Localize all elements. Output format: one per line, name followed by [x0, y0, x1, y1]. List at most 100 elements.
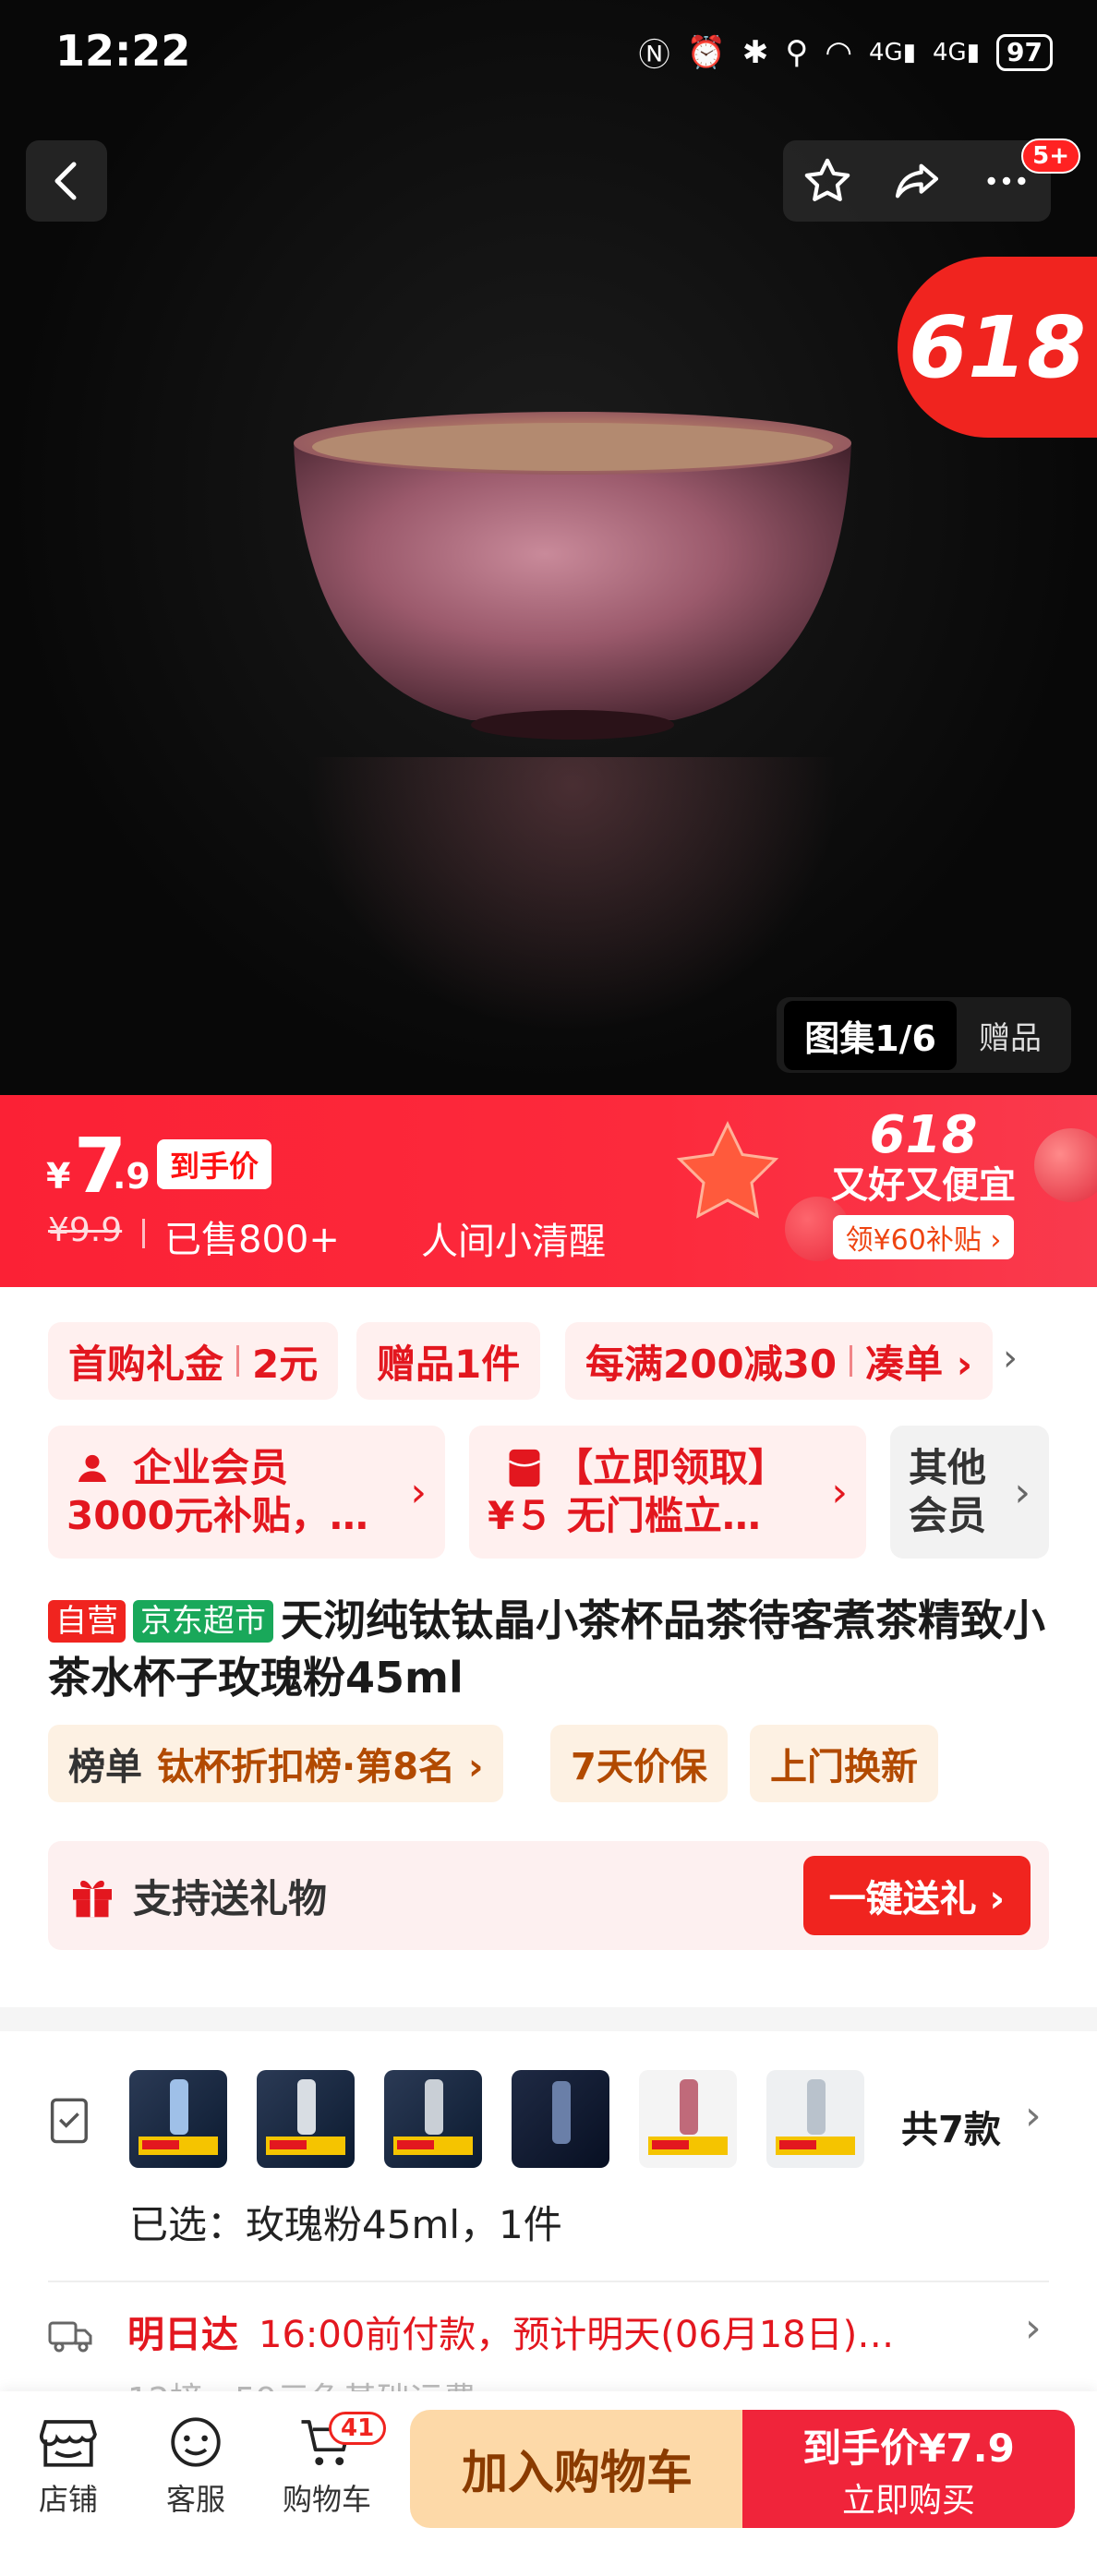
store-label: 店铺 — [38, 2482, 98, 2517]
coupon-desc: 会员 — [909, 1493, 987, 1538]
chips-more-chevron-icon[interactable]: › — [1003, 1337, 1018, 1379]
delivery-chevron-icon[interactable]: › — [1025, 2305, 1042, 2352]
add-to-cart-button[interactable]: 加入购物车 — [410, 2410, 744, 2528]
gallery-tab[interactable]: 图集1/6 — [784, 1000, 957, 1070]
delivery-speed: 明日达 — [127, 2314, 238, 2356]
bowl-reflection — [305, 757, 840, 1034]
bluetooth-icon: ✱ — [741, 33, 769, 71]
status-time: 12:22 — [55, 26, 191, 76]
product-title: 自营 京东超市 天沏纯钛钛晶小茶杯品茶待客煮茶精致小茶水杯子玫瑰粉45ml — [48, 1592, 1064, 1706]
bottom-action-bar: 店铺 客服 购物车 41 加入购物车 到手价¥7.9 立即购买 — [0, 2391, 1097, 2576]
spec-select-icon — [50, 2098, 88, 2144]
signal-icon-2: 4G▮ — [933, 38, 981, 66]
cart-count-badge: 41 — [329, 2412, 387, 2445]
signal-icon: 4G▮ — [869, 38, 917, 66]
spec-divider — [48, 2281, 1049, 2282]
status-bar: 12:22 Ⓝ ⏰ ✱ ⚲ ◠ 4G▮ 4G▮ 97 — [0, 0, 1097, 111]
store-icon — [39, 2420, 97, 2467]
alarm-icon: ⏰ — [686, 33, 726, 71]
send-gift-button[interactable]: 一键送礼 › — [802, 1856, 1031, 1935]
selected-spec[interactable]: 已选：玫瑰粉45ml，1件 — [129, 2194, 562, 2250]
nfc-icon: Ⓝ — [638, 37, 670, 74]
customer-service-icon — [171, 2417, 221, 2467]
chip-value: 凑单 › — [865, 1341, 973, 1387]
badge-text: 上门换新 — [770, 1746, 918, 1788]
chip-value: 2元 — [252, 1341, 319, 1387]
promo-618-panel[interactable]: 618 又好又便宜 领¥60补贴 › — [813, 1108, 1034, 1259]
chip-divider — [850, 1345, 853, 1377]
location-icon: ⚲ — [785, 33, 809, 71]
price-protect-badge[interactable]: 7天价保 — [550, 1725, 728, 1802]
promo-618-number: 618 — [869, 1105, 978, 1165]
status-icons: Ⓝ ⏰ ✱ ⚲ ◠ 4G▮ 4G▮ 97 — [639, 30, 1053, 75]
promo-618-tag[interactable]: 618 — [898, 257, 1097, 438]
badge-text: 7天价保 — [571, 1746, 707, 1788]
star-favorite-icon[interactable] — [802, 155, 853, 207]
price-divider — [142, 1219, 145, 1248]
original-price: ¥9.9 — [48, 1211, 123, 1249]
instant-coupon[interactable]: 【立即领取】 ¥５ 无门槛立… › — [469, 1426, 866, 1559]
chip-label: 首购礼金 — [68, 1341, 224, 1387]
delivery-info[interactable]: 明日达 16:00前付款，预计明天(06月18日)… — [127, 2305, 894, 2358]
cart-label: 购物车 — [282, 2482, 371, 2517]
chip-label: 每满200减30 — [585, 1341, 838, 1387]
spec-thumb-6[interactable] — [766, 2070, 864, 2168]
chip-divider — [236, 1345, 240, 1377]
ranking-badge[interactable]: 榜单 钛杯折扣榜·第8名 › — [48, 1725, 504, 1802]
jd-supermarket-tag: 京东超市 — [133, 1600, 273, 1643]
enterprise-member-coupon[interactable]: 企业会员 3000元补贴，… › — [48, 1426, 445, 1559]
spec-thumb-1[interactable] — [129, 2070, 227, 2168]
gift-support-bar: 支持送礼物 一键送礼 › — [48, 1841, 1049, 1950]
door-exchange-badge[interactable]: 上门换新 — [750, 1725, 938, 1802]
final-price-label: 到手价 — [157, 1139, 272, 1189]
promo-slogan: 人间小清醒 — [421, 1221, 606, 1263]
store-button[interactable]: 店铺 — [13, 2413, 124, 2519]
coupon-line-1: 【立即领取】 — [488, 1444, 820, 1492]
spec-chevron-icon[interactable]: › — [1025, 2092, 1042, 2139]
sold-count: 已售800+ — [164, 1219, 340, 1261]
promo-618-text: 又好又便宜 — [831, 1164, 1016, 1207]
chevron-right-icon: › — [831, 1468, 848, 1516]
ranking-text: 钛杯折扣榜·第8名 › — [157, 1746, 484, 1788]
top-actions — [783, 140, 1051, 222]
gift-tab[interactable]: 赠品 — [957, 1013, 1064, 1058]
product-info: 首购礼金 2元 赠品1件 每满200减30 凑单 › › 企业会员 3000元补贴，… — [0, 1287, 1097, 2007]
product-image-bowl — [294, 412, 851, 740]
battery-indicator: 97 — [996, 33, 1053, 71]
discount-chip[interactable]: 每满200减30 凑单 › — [565, 1322, 994, 1400]
chip-label: 赠品1件 — [377, 1341, 521, 1387]
coupon-title: 其他 — [909, 1445, 987, 1490]
first-purchase-chip[interactable]: 首购礼金 2元 — [48, 1322, 339, 1400]
truck-icon — [48, 2321, 92, 2353]
service-button[interactable]: 客服 — [140, 2413, 251, 2519]
spec-thumb-2[interactable] — [257, 2070, 355, 2168]
spec-thumb-4[interactable] — [512, 2070, 609, 2168]
star-decoration-icon — [676, 1121, 779, 1219]
gift-chip[interactable]: 赠品1件 — [356, 1322, 541, 1400]
share-icon[interactable] — [891, 155, 943, 207]
service-label: 客服 — [165, 2482, 225, 2517]
spec-count[interactable]: 共7款 — [901, 2100, 1001, 2153]
buy-now-price: 到手价¥7.9 — [802, 2425, 1015, 2471]
coupon-title: 【立即领取】 — [554, 1445, 788, 1490]
self-operated-tag: 自营 — [48, 1600, 126, 1643]
gift-label: 支持送礼物 — [133, 1875, 328, 1921]
back-button[interactable] — [26, 140, 107, 222]
coupon-desc: 3000元补贴，… — [66, 1493, 368, 1538]
price-decimal: .9 — [113, 1156, 151, 1197]
user-icon — [78, 1454, 106, 1482]
subsidy-coupon-button[interactable]: 领¥60补贴 › — [832, 1215, 1015, 1259]
spec-thumb-5[interactable] — [639, 2070, 737, 2168]
price-currency: ¥ — [46, 1156, 71, 1197]
buy-now-button[interactable]: 到手价¥7.9 立即购买 — [742, 2410, 1075, 2528]
gallery-switcher: 图集1/6 赠品 — [777, 997, 1071, 1073]
coupon-title: 企业会员 — [133, 1445, 289, 1490]
spec-thumb-3[interactable] — [384, 2070, 482, 2168]
other-member-coupon[interactable]: 其他 会员 › — [890, 1426, 1049, 1559]
ranking-label: 榜单 — [68, 1746, 142, 1788]
delivery-time: 16:00前付款，预计明天(06月18日)… — [259, 2314, 895, 2356]
red-packet-icon — [508, 1449, 541, 1487]
gift-icon — [73, 1880, 112, 1918]
wifi-icon: ◠ — [825, 33, 852, 71]
buy-now-label: 立即购买 — [841, 2481, 975, 2520]
